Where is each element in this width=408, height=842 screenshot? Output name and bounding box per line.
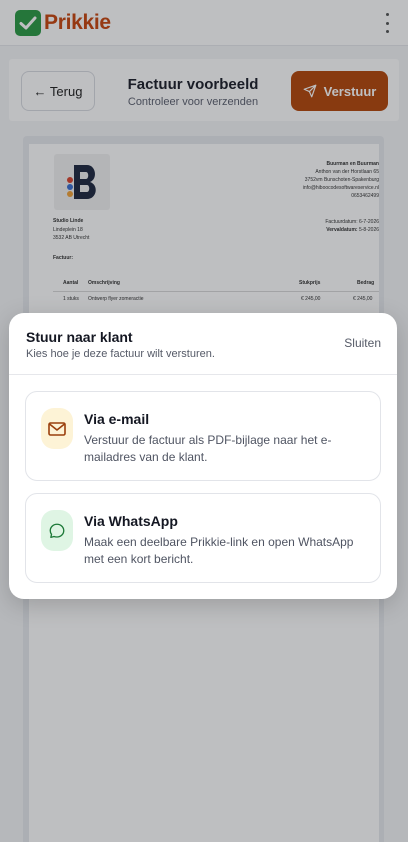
dialog-divider [9, 374, 397, 375]
option-email-description: Verstuur de factuur als PDF-bijlage naar… [84, 433, 332, 464]
mail-icon [41, 408, 73, 449]
dialog-subtitle: Kies hoe je deze factuur wilt versturen. [26, 348, 215, 360]
option-whatsapp-title: Via WhatsApp [84, 513, 178, 529]
option-whatsapp[interactable]: Via WhatsApp Maak een deelbare Prikkie-l… [25, 493, 381, 583]
option-whatsapp-description: Maak een deelbare Prikkie-link en open W… [84, 535, 354, 566]
option-email-title: Via e-mail [84, 411, 150, 427]
option-email[interactable]: Via e-mail Verstuur de factuur als PDF-b… [25, 391, 381, 481]
whatsapp-icon [41, 510, 73, 551]
send-to-client-dialog: Stuur naar klant Kies hoe je deze factuu… [9, 313, 397, 599]
close-button[interactable]: Sluiten [344, 336, 381, 350]
dialog-title: Stuur naar klant [26, 329, 133, 345]
